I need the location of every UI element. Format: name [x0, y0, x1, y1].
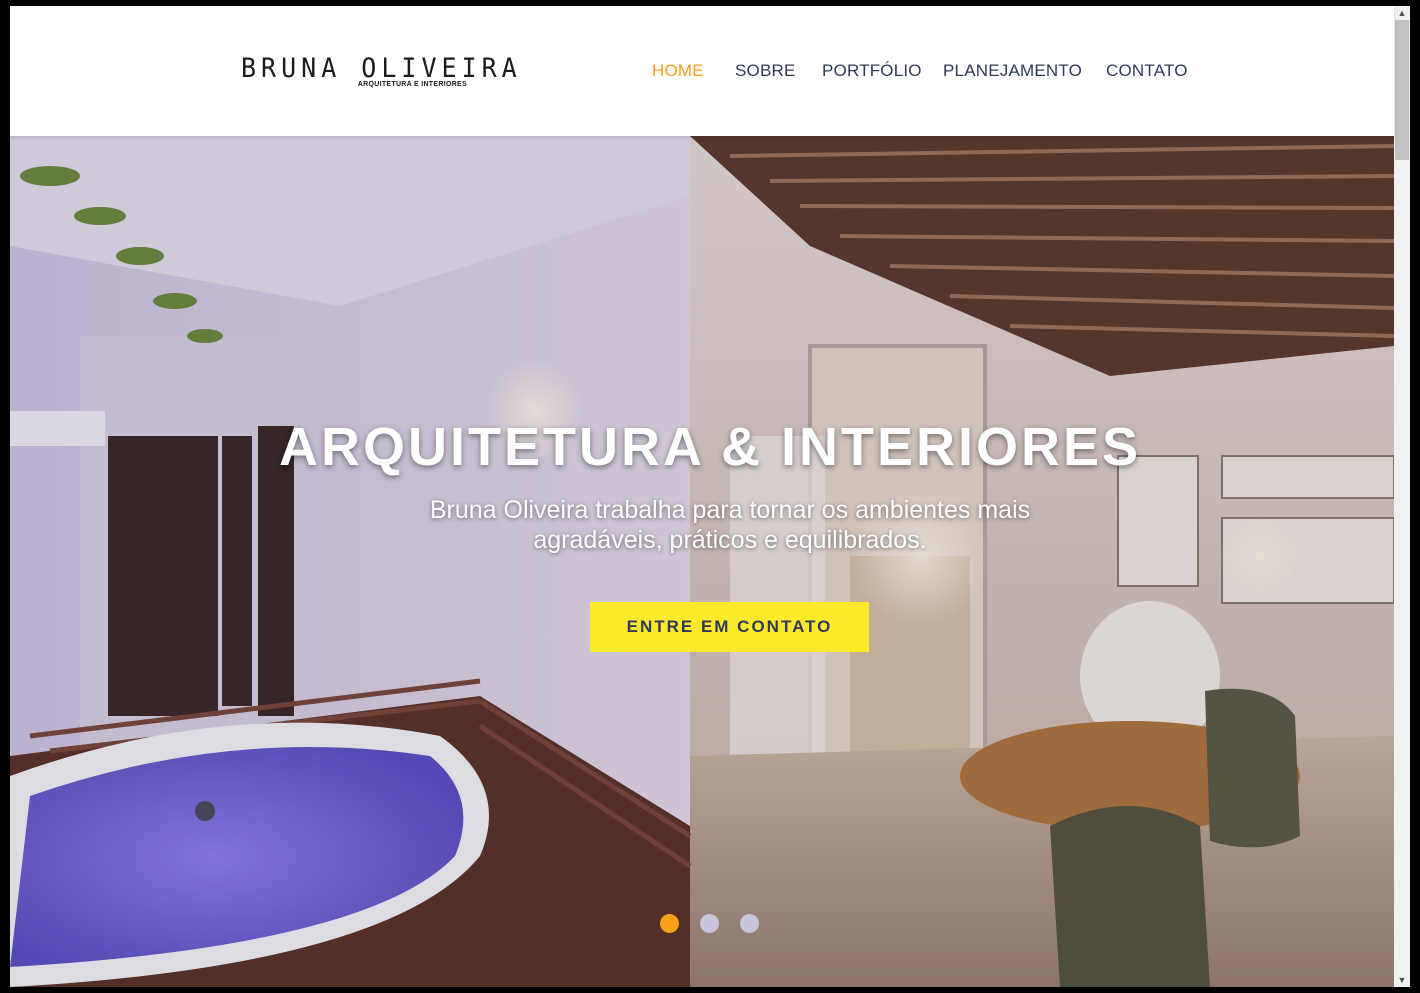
scroll-up-arrow-icon[interactable]: ▲ — [1394, 6, 1410, 20]
nav-item-planejamento[interactable]: PLANEJAMENTO — [943, 61, 1082, 81]
nav-item-sobre[interactable]: SOBRE — [735, 61, 796, 81]
contact-cta-button[interactable]: ENTRE EM CONTATO — [590, 602, 869, 652]
vertical-scrollbar[interactable]: ▲ ▼ — [1394, 6, 1410, 987]
nav-item-home[interactable]: HOME — [652, 61, 704, 81]
slider-dot-1[interactable] — [660, 914, 679, 933]
scroll-down-arrow-icon[interactable]: ▼ — [1394, 973, 1410, 987]
hero-subtitle: Bruna Oliveira trabalha para tornar os a… — [429, 496, 1031, 554]
site-header: BRUNA OLIVEIRA ARQUITETURA E INTERIORES … — [10, 6, 1394, 136]
slider-dot-3[interactable] — [740, 914, 759, 933]
nav-item-contato[interactable]: CONTATO — [1106, 61, 1188, 81]
slider-dot-2[interactable] — [700, 914, 719, 933]
hero-overlay — [10, 136, 1394, 987]
main-nav: HOME SOBRE PORTFÓLIO PLANEJAMENTO CONTAT… — [10, 6, 1394, 136]
slider-pagination — [660, 914, 780, 934]
hero-title: ARQUITETURA & INTERIORES — [278, 417, 1141, 477]
scroll-thumb[interactable] — [1395, 20, 1409, 160]
browser-viewport: BRUNA OLIVEIRA ARQUITETURA E INTERIORES … — [10, 6, 1410, 987]
nav-item-portfolio[interactable]: PORTFÓLIO — [822, 61, 922, 81]
hero-slider: ARQUITETURA & INTERIORES Bruna Oliveira … — [10, 136, 1394, 987]
